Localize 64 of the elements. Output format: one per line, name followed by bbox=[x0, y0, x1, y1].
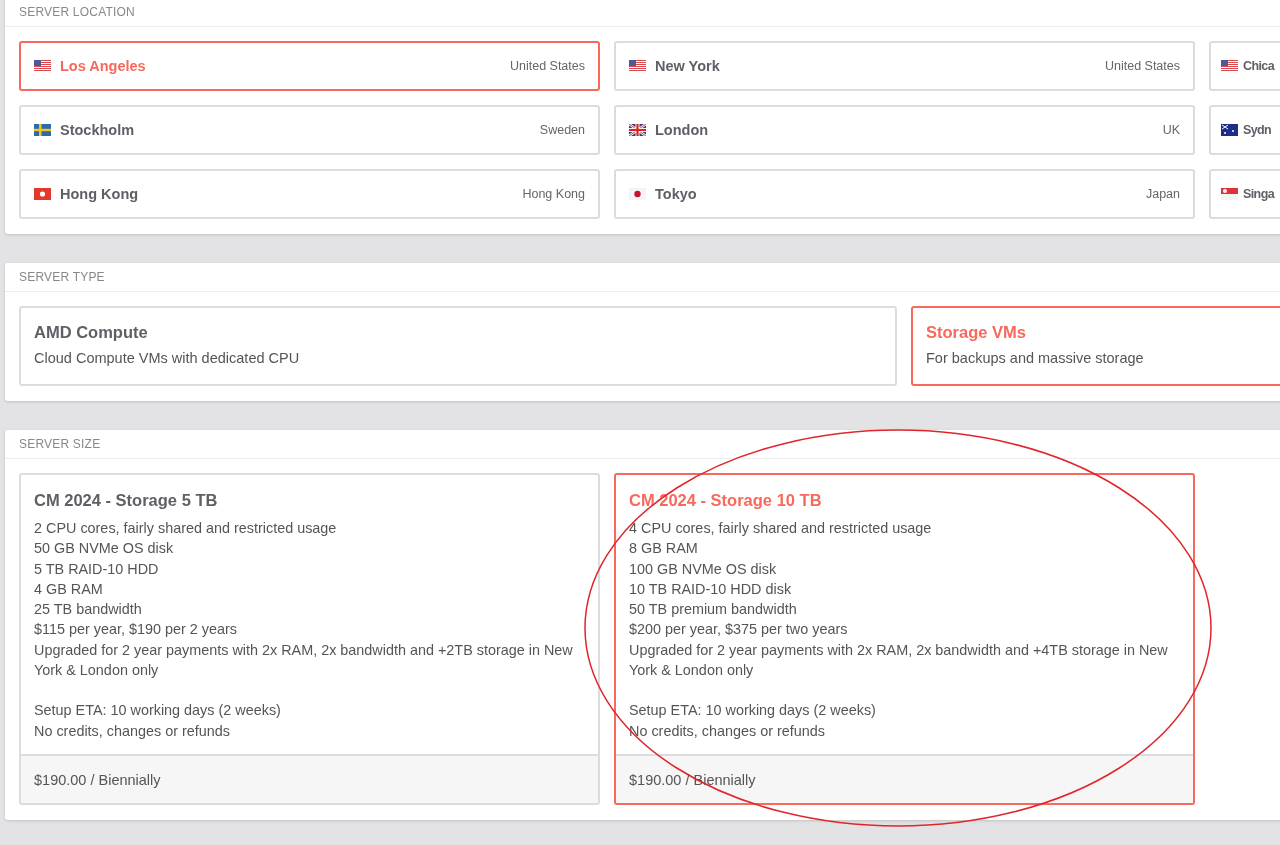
option-title: AMD Compute bbox=[34, 323, 149, 342]
city-name: Sydn bbox=[1243, 123, 1272, 137]
flag-icon bbox=[34, 124, 51, 136]
flag-icon bbox=[1221, 124, 1238, 136]
plan-feature: 8 GB RAM bbox=[629, 539, 699, 559]
flag-icon bbox=[34, 188, 51, 200]
plan-term: Setup ETA: 10 working days (2 weeks) bbox=[34, 701, 282, 721]
plan-term: No credits, changes or refunds bbox=[629, 721, 826, 741]
plan-price: $190.00 / Biennially bbox=[21, 754, 598, 803]
location-option[interactable]: Los Angeles United States bbox=[19, 41, 600, 91]
city-name: New York bbox=[655, 58, 720, 74]
city-name: Stockholm bbox=[60, 122, 135, 138]
plan-feature: 100 GB NVMe OS disk bbox=[629, 559, 778, 579]
flag-icon bbox=[34, 60, 51, 72]
plan-term: No credits, changes or refunds bbox=[34, 721, 231, 741]
country-name: Hong Kong bbox=[522, 187, 585, 201]
country-name: United States bbox=[1104, 59, 1180, 73]
section-heading: SERVER TYPE bbox=[19, 270, 105, 284]
plan-feature: $115 per year, $190 per 2 years bbox=[34, 620, 238, 640]
plan-title: CM 2024 - Storage 10 TB bbox=[629, 491, 823, 510]
flag-icon bbox=[1221, 60, 1238, 72]
location-option[interactable]: Chica bbox=[1209, 41, 1280, 91]
city-name: Tokyo bbox=[655, 186, 697, 202]
option-title: Storage VMs bbox=[926, 323, 1027, 342]
country-name: United States bbox=[509, 59, 585, 73]
city-name: Hong Kong bbox=[60, 186, 139, 202]
flag-icon bbox=[629, 124, 646, 136]
option-description: Cloud Compute VMs with dedicated CPU bbox=[34, 350, 301, 366]
section-heading: SERVER SIZE bbox=[19, 437, 101, 451]
city-name: Los Angeles bbox=[60, 58, 146, 74]
plan-card[interactable] bbox=[614, 473, 1195, 805]
plan-feature: 50 GB NVMe OS disk bbox=[34, 539, 175, 559]
country-name: UK bbox=[1162, 123, 1180, 137]
flag-icon bbox=[1221, 188, 1238, 200]
country-name: Japan bbox=[1145, 187, 1180, 201]
section-heading: SERVER LOCATION bbox=[19, 5, 135, 19]
plan-feature: $200 per year, $375 per two years bbox=[629, 620, 849, 640]
location-option[interactable]: Tokyo Japan bbox=[614, 169, 1195, 219]
option-description: For backups and massive storage bbox=[926, 350, 1145, 366]
country-name: Sweden bbox=[539, 123, 585, 137]
plan-feature: Upgraded for 2 year payments with 2x RAM, 2x bandwidth and +2TB storage in New York & London only bbox=[34, 640, 574, 681]
plan-feature: 2 CPU cores, fairly shared and restricted usage bbox=[34, 519, 338, 538]
city-name: London bbox=[655, 122, 709, 138]
plan-feature: 4 GB RAM bbox=[34, 579, 104, 599]
plan-feature: 50 TB premium bandwidth bbox=[629, 600, 798, 620]
city-name: Chica bbox=[1243, 59, 1275, 73]
location-option[interactable]: Singa bbox=[1209, 169, 1280, 219]
location-option[interactable]: London UK bbox=[614, 105, 1195, 155]
plan-feature: 5 TB RAID-10 HDD bbox=[34, 559, 160, 579]
server-type-option[interactable]: AMD Compute Cloud Compute VMs with dedicated CPU bbox=[19, 306, 897, 386]
plan-title: CM 2024 - Storage 5 TB bbox=[34, 491, 219, 510]
flag-icon bbox=[629, 188, 646, 200]
plan-term: Setup ETA: 10 working days (2 weeks) bbox=[629, 701, 877, 721]
location-option[interactable]: Sydn bbox=[1209, 105, 1280, 155]
location-option[interactable]: Stockholm Sweden bbox=[19, 105, 600, 155]
location-option[interactable]: New York United States bbox=[614, 41, 1195, 91]
plan-feature: 10 TB RAID-10 HDD disk bbox=[629, 579, 793, 599]
flag-icon bbox=[629, 60, 646, 72]
location-option[interactable]: Hong Kong Hong Kong bbox=[19, 169, 600, 219]
city-name: Singa bbox=[1243, 187, 1275, 201]
server-type-option[interactable]: Storage VMs For backups and massive storage bbox=[911, 306, 1280, 386]
plan-feature: Upgraded for 2 year payments with 2x RAM, 2x bandwidth and +4TB storage in New York & London only bbox=[629, 640, 1169, 681]
plan-feature: 4 CPU cores, fairly shared and restricted usage bbox=[629, 519, 933, 538]
plan-feature: 25 TB bandwidth bbox=[34, 600, 143, 620]
